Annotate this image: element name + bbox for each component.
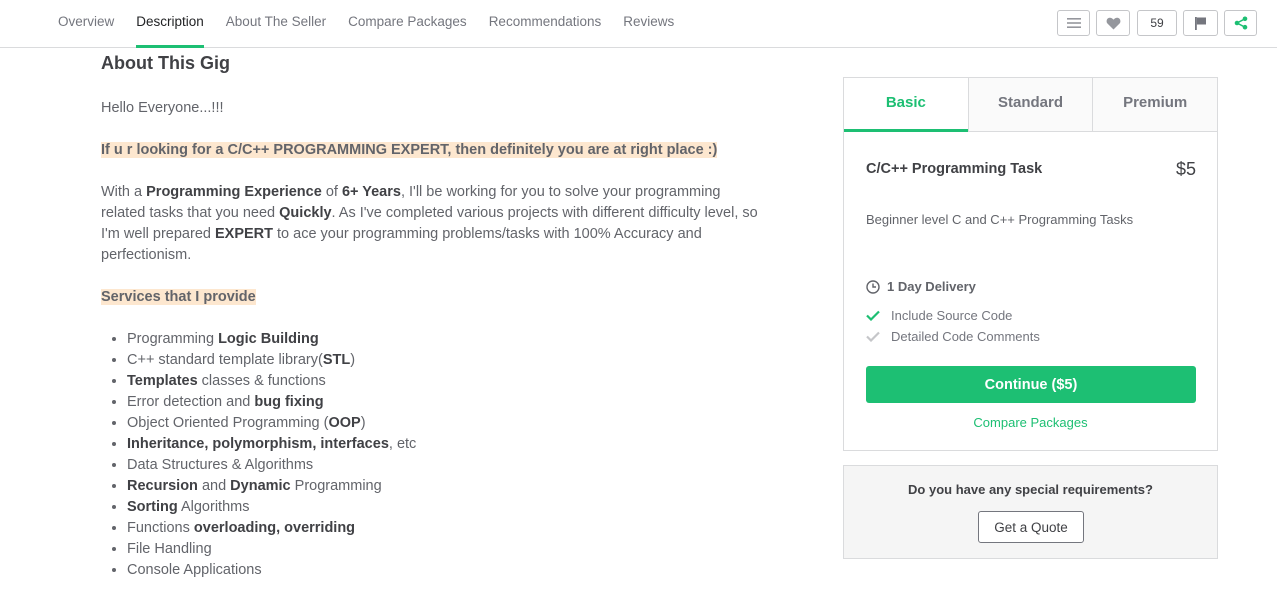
tab-basic[interactable]: Basic [844, 78, 968, 132]
get-quote-button[interactable]: Get a Quote [978, 511, 1084, 543]
gig-section-tabs: Overview Description About The Seller Co… [58, 0, 696, 48]
list-item: Templates classes & functions [127, 371, 761, 392]
intro-bold: 6+ Years [341, 184, 401, 200]
highlight-paragraph: If u r looking for a C/C++ PROGRAMMING E… [101, 140, 761, 161]
delivery-time: 1 Day Delivery [866, 279, 976, 294]
list-item: Recursion and Dynamic Programming [127, 476, 761, 497]
intro-paragraph: With a Programming Experience of 6+ Year… [101, 182, 761, 266]
tab-reviews[interactable]: Reviews [623, 0, 674, 47]
intro-text: With a [101, 184, 147, 200]
favorite-count-value: 59 [1150, 16, 1164, 30]
list-item: Functions overloading, overriding [127, 518, 761, 539]
list-item: Data Structures & Algorithms [127, 455, 761, 476]
share-button[interactable] [1224, 10, 1257, 36]
highlight-text: If u r looking for a C/C++ PROGRAMMING E… [101, 142, 718, 158]
list-item: Sorting Algorithms [127, 497, 761, 518]
tab-premium[interactable]: Premium [1092, 78, 1218, 131]
tab-standard[interactable]: Standard [967, 78, 1093, 131]
feature-source-code: Include Source Code [866, 308, 1012, 323]
menu-icon [1066, 18, 1081, 28]
services-heading: Services that I provide [101, 289, 256, 305]
package-tabs: Basic Standard Premium [844, 78, 1218, 132]
intro-text: of [321, 184, 342, 200]
list-item: C++ standard template library(STL) [127, 350, 761, 371]
heart-icon [1106, 17, 1120, 30]
tab-recommendations[interactable]: Recommendations [489, 0, 602, 47]
delivery-label: 1 Day Delivery [887, 279, 976, 294]
special-requirements-text: Do you have any special requirements? [908, 482, 1153, 497]
clock-icon [866, 279, 880, 294]
report-button[interactable] [1183, 10, 1218, 36]
gig-description: About This Gig Hello Everyone...!!! If u… [101, 52, 761, 581]
feature-label: Include Source Code [891, 308, 1013, 323]
feature-code-comments: Detailed Code Comments [866, 329, 1040, 344]
list-item: Console Applications [127, 560, 761, 581]
about-gig-title: About This Gig [101, 53, 230, 73]
compare-packages-link[interactable]: Compare Packages [844, 415, 1217, 430]
services-list: Programming Logic Building C++ standard … [101, 329, 761, 581]
list-item: Inheritance, polymorphism, interfaces, e… [127, 434, 761, 455]
feature-label: Detailed Code Comments [891, 329, 1040, 344]
flag-icon [1194, 16, 1206, 30]
list-item: Programming Logic Building [127, 329, 761, 350]
intro-bold: Programming Experience [146, 184, 322, 200]
tab-description[interactable]: Description [136, 0, 204, 48]
greeting-text: Hello Everyone...!!! [101, 98, 761, 119]
package-price: $5 [1175, 159, 1196, 179]
favorite-button[interactable] [1096, 10, 1130, 36]
custom-quote-card: Do you have any special requirements? Ge… [843, 465, 1218, 559]
favorite-count: 59 [1137, 10, 1177, 36]
greeting: Hello Everyone...!!! [101, 100, 224, 116]
tab-compare-packages[interactable]: Compare Packages [348, 0, 467, 47]
package-card: Basic Standard Premium C/C++ Programming… [843, 77, 1218, 451]
gig-top-nav: Overview Description About The Seller Co… [0, 0, 1277, 48]
share-icon [1234, 16, 1247, 30]
list-item: Error detection and bug fixing [127, 392, 761, 413]
check-icon [866, 331, 880, 342]
collections-button[interactable] [1057, 10, 1090, 36]
tab-overview[interactable]: Overview [58, 0, 114, 47]
package-title: C/C++ Programming Task [866, 161, 1043, 177]
list-item: Object Oriented Programming (OOP) [127, 413, 761, 434]
services-heading-paragraph: Services that I provide [101, 287, 761, 308]
check-icon [866, 310, 880, 321]
list-item: File Handling [127, 539, 761, 560]
continue-button[interactable]: Continue ($5) [866, 366, 1196, 403]
tab-about-the-seller[interactable]: About The Seller [226, 0, 326, 47]
intro-bold: EXPERT [214, 226, 273, 242]
intro-bold: Quickly [279, 205, 332, 221]
package-description: Beginner level C and C++ Programming Tas… [866, 212, 1134, 227]
